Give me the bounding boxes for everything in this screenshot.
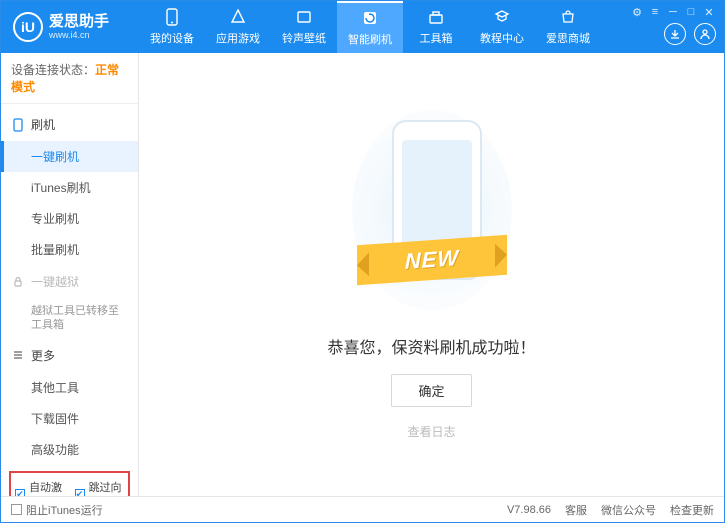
sidebar-item-other-tools[interactable]: 其他工具	[1, 372, 138, 403]
nav-label: 教程中心	[480, 30, 524, 46]
section-label: 更多	[31, 347, 55, 364]
section-label: 一键越狱	[31, 273, 79, 290]
statusbar: 阻止iTunes运行 V7.98.66 客服 微信公众号 检查更新	[1, 496, 724, 522]
device-status: 设备连接状态：正常模式	[1, 53, 138, 104]
section-label: 刷机	[31, 116, 55, 133]
minimize-button[interactable]: ─	[666, 5, 680, 19]
nav-my-device[interactable]: 我的设备	[139, 1, 205, 53]
sidebar-item-advanced[interactable]: 高级功能	[1, 434, 138, 465]
section-jailbreak[interactable]: 一键越狱	[1, 265, 138, 298]
flash-icon	[361, 9, 379, 27]
sidebar-item-one-click-flash[interactable]: 一键刷机	[1, 141, 138, 172]
apps-icon	[229, 8, 247, 26]
sidebar-item-pro-flash[interactable]: 专业刷机	[1, 203, 138, 234]
sidebar-item-itunes-flash[interactable]: iTunes刷机	[1, 172, 138, 203]
ok-button[interactable]: 确定	[391, 374, 471, 407]
nav-label: 铃声壁纸	[282, 30, 326, 46]
nav-label: 工具箱	[420, 30, 453, 46]
wechat-link[interactable]: 微信公众号	[601, 502, 656, 518]
checkbox-icon	[11, 504, 22, 515]
auto-activate-checkbox[interactable]: ✔ 自动激活	[15, 479, 65, 496]
sidebar-item-batch-flash[interactable]: 批量刷机	[1, 234, 138, 265]
check-icon: ✔	[15, 489, 25, 496]
brand-title: 爱思助手	[49, 14, 109, 31]
menu-icon[interactable]: ≡	[648, 5, 662, 19]
block-itunes-checkbox[interactable]: 阻止iTunes运行	[11, 502, 103, 518]
checkbox-label: 跳过向导	[89, 479, 124, 496]
user-button[interactable]	[694, 23, 716, 45]
nav-tutorials[interactable]: 教程中心	[469, 1, 535, 53]
jailbreak-note: 越狱工具已转移至工具箱	[1, 298, 138, 339]
checkbox-label: 自动激活	[29, 479, 64, 496]
options-highlight-box: ✔ 自动激活 ✔ 跳过向导	[9, 471, 130, 496]
titlebar-extra	[664, 23, 716, 45]
list-icon	[11, 348, 25, 362]
phone-icon	[11, 118, 25, 132]
success-illustration: NEW	[352, 110, 512, 310]
device-status-label: 设备连接状态：	[11, 63, 95, 77]
lock-icon	[11, 275, 25, 289]
nav-toolbox[interactable]: 工具箱	[403, 1, 469, 53]
sidebar: 设备连接状态：正常模式 刷机 一键刷机 iTunes刷机 专业刷机 批量刷机 一…	[1, 53, 139, 496]
app-window: iU 爱思助手 www.i4.cn 我的设备 应用游戏 铃声壁纸 智能刷机	[0, 0, 725, 523]
nav-store[interactable]: 爱思商城	[535, 1, 601, 53]
toolbox-icon	[427, 8, 445, 26]
nav-label: 我的设备	[150, 30, 194, 46]
nav-label: 智能刷机	[348, 31, 392, 47]
tutorial-icon	[493, 8, 511, 26]
skip-setup-checkbox[interactable]: ✔ 跳过向导	[75, 479, 125, 496]
nav-label: 应用游戏	[216, 30, 260, 46]
titlebar: iU 爱思助手 www.i4.cn 我的设备 应用游戏 铃声壁纸 智能刷机	[1, 1, 724, 53]
maximize-button[interactable]: □	[684, 5, 698, 19]
view-log-link[interactable]: 查看日志	[407, 423, 455, 440]
nav-flash[interactable]: 智能刷机	[337, 1, 403, 53]
success-message: 恭喜您，保资料刷机成功啦！	[327, 334, 535, 358]
version-label: V7.98.66	[507, 504, 551, 516]
nav-apps[interactable]: 应用游戏	[205, 1, 271, 53]
section-more[interactable]: 更多	[1, 339, 138, 372]
brand-subtitle: www.i4.cn	[49, 30, 109, 40]
logo-area: iU 爱思助手 www.i4.cn	[1, 12, 139, 42]
nav-label: 爱思商城	[546, 30, 590, 46]
checkbox-label: 阻止iTunes运行	[26, 502, 103, 518]
support-link[interactable]: 客服	[565, 502, 587, 518]
store-icon	[559, 8, 577, 26]
close-button[interactable]: ✕	[702, 5, 716, 19]
main-content: NEW 恭喜您，保资料刷机成功啦！ 确定 查看日志	[139, 53, 724, 496]
check-update-link[interactable]: 检查更新	[670, 502, 714, 518]
window-buttons: ⚙ ≡ ─ □ ✕	[622, 1, 724, 23]
download-button[interactable]	[664, 23, 686, 45]
phone-icon	[163, 8, 181, 26]
check-icon: ✔	[75, 489, 85, 496]
section-flash[interactable]: 刷机	[1, 108, 138, 141]
body: 设备连接状态：正常模式 刷机 一键刷机 iTunes刷机 专业刷机 批量刷机 一…	[1, 53, 724, 496]
sidebar-item-download-firmware[interactable]: 下载固件	[1, 403, 138, 434]
nav-ringtones[interactable]: 铃声壁纸	[271, 1, 337, 53]
wallpaper-icon	[295, 8, 313, 26]
logo-icon: iU	[13, 12, 43, 42]
settings-icon[interactable]: ⚙	[630, 5, 644, 19]
